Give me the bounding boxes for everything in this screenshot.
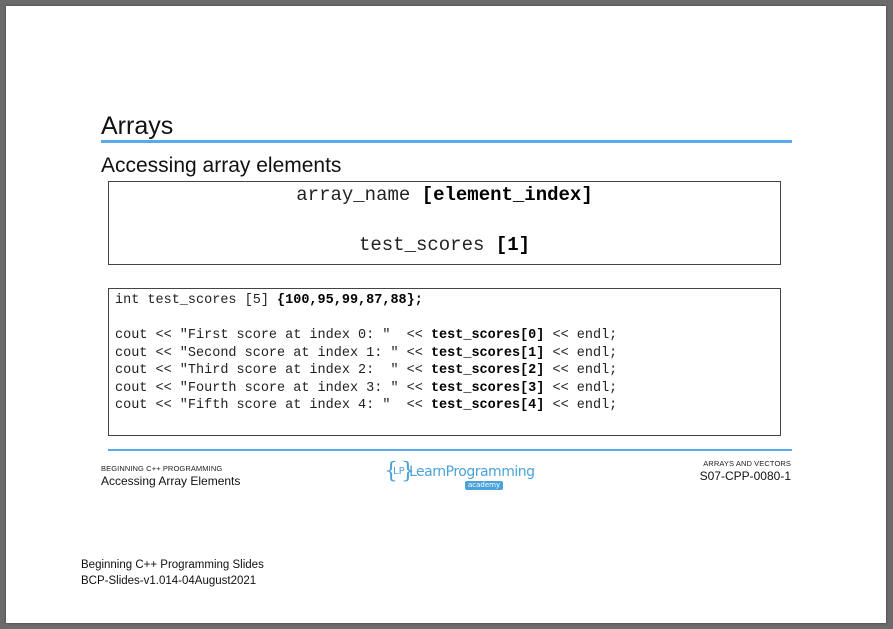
footer-course-label: BEGINNING C++ PROGRAMMING <box>101 464 223 473</box>
code-line-suffix: << endl; <box>544 345 618 361</box>
code-line-access: test_scores[2] <box>430 363 545 378</box>
code-line-access: test_scores[3] <box>430 380 545 396</box>
title-divider <box>101 140 792 143</box>
code-line-prefix: cout << "First score at index 0: " << <box>115 328 431 343</box>
code-line-access: test_scores[4] <box>430 398 545 413</box>
slide-subtitle: Accessing array elements <box>101 154 342 177</box>
syntax-example: test_scores [1] <box>109 234 780 256</box>
code-line: cout << "Second score at index 1: " << t… <box>115 346 617 362</box>
syntax-general-name: array_name <box>296 184 422 206</box>
code-line-prefix: cout << "Fourth score at index 3: " << <box>115 380 431 396</box>
footer-section-label: ARRAYS AND VECTORS <box>703 459 791 468</box>
code-line-suffix: << endl; <box>544 363 618 378</box>
logo-academy-badge: academy <box>465 481 504 490</box>
syntax-general-index: [element_index] <box>421 184 593 206</box>
code-line: cout << "First score at index 0: " << te… <box>115 328 617 344</box>
slide-page: Arrays Accessing array elements array_na… <box>6 6 886 623</box>
code-line-suffix: << endl; <box>544 380 618 396</box>
syntax-box: array_name [element_index] test_scores [… <box>108 181 781 265</box>
slide-title: Arrays <box>101 112 174 140</box>
code-box: int test_scores [5] {100,95,99,87,88}; c… <box>108 288 781 436</box>
code-line-prefix: cout << "Second score at index 1: " << <box>115 345 431 361</box>
footer-topic-title: Accessing Array Elements <box>101 474 241 488</box>
code-line-suffix: << endl; <box>544 398 618 413</box>
code-declaration-type: int test_scores [5] <box>115 293 278 308</box>
code-line-access: test_scores[1] <box>430 345 545 361</box>
logo-wordmark: LearnProgramming <box>409 464 535 480</box>
code-line-prefix: cout << "Fifth score at index 4: " << <box>115 398 431 413</box>
syntax-example-name: test_scores <box>358 234 496 256</box>
footer-divider <box>108 449 792 451</box>
code-line: cout << "Fifth score at index 4: " << te… <box>115 398 617 414</box>
code-declaration-init: {100,95,99,87,88}; <box>277 293 423 308</box>
code-line-access: test_scores[0] <box>430 328 545 343</box>
code-line-suffix: << endl; <box>544 328 618 343</box>
learnprogramming-logo: { LP } LearnProgramming academy <box>384 460 535 490</box>
code-line: cout << "Third score at index 2: " << te… <box>115 363 617 379</box>
code-declaration: int test_scores [5] {100,95,99,87,88}; <box>115 293 423 309</box>
code-line: cout << "Fourth score at index 3: " << t… <box>115 381 617 397</box>
syntax-general: array_name [element_index] <box>109 184 780 206</box>
code-line-prefix: cout << "Third score at index 2: " << <box>115 363 431 378</box>
document-version: BCP-Slides-v1.014-04August2021 <box>81 575 257 587</box>
footer-slide-id: S07-CPP-0080-1 <box>699 469 791 483</box>
syntax-example-index: [1] <box>495 234 531 256</box>
document-title: Beginning C++ Programming Slides <box>81 559 264 571</box>
